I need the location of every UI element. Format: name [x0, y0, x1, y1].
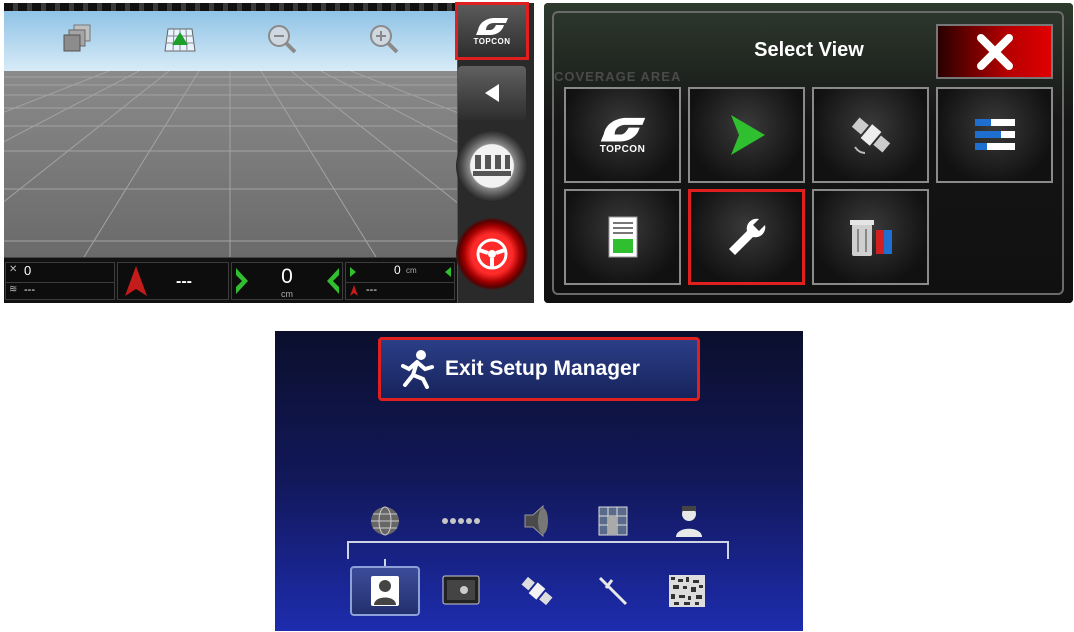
close-icon [976, 33, 1013, 70]
tile-guidance[interactable] [688, 87, 805, 183]
collapse-arrow-icon [485, 84, 499, 102]
small-heading-icon [350, 285, 358, 296]
user-icon [371, 576, 399, 606]
field-view-icon[interactable] [160, 19, 200, 59]
exit-setup-manager-button[interactable]: Exit Setup Manager [378, 337, 700, 401]
xte-left-icon [445, 267, 451, 277]
operator-icon[interactable] [669, 501, 709, 541]
satellite-icon[interactable] [517, 571, 557, 611]
status-bar: ✕ 0 ≋ --- --- 0 cm 0 cm --- [4, 257, 457, 303]
xte-right-icon [350, 267, 356, 277]
xte-cell: 0 cm --- [345, 262, 455, 300]
steer-left-icon [327, 268, 339, 294]
select-view-screen: COVERAGE AREA Select View TOPCON [544, 3, 1073, 303]
exit-setup-manager-label: Exit Setup Manager [445, 357, 640, 380]
tile-data[interactable] [564, 189, 681, 285]
heading-arrow-icon [125, 266, 147, 296]
menu-bracket [347, 541, 729, 559]
offset-unit: cm [281, 289, 293, 299]
wrench-icon [728, 218, 765, 255]
dots-icon[interactable] [441, 501, 481, 541]
implement-icon[interactable] [593, 571, 633, 611]
autosteer-wheel-icon [476, 238, 508, 270]
green-arrow-icon [730, 115, 765, 155]
xte-secondary: --- [366, 284, 377, 296]
document-icon [608, 216, 637, 258]
close-button[interactable] [936, 24, 1053, 79]
setup-manager-screen: Exit Setup Manager [275, 331, 803, 631]
bars-icon [974, 119, 1015, 150]
tile-topcon[interactable]: TOPCON [564, 87, 681, 183]
console-icon[interactable] [441, 571, 481, 611]
autosteer-button[interactable] [456, 218, 528, 290]
tile-topcon-label: TOPCON [599, 144, 646, 155]
dialog-title: Select View [754, 39, 864, 61]
3d-view-icon[interactable] [58, 19, 98, 59]
implement-sections-button[interactable] [456, 130, 528, 202]
tile-setup[interactable] [688, 189, 805, 285]
heading-value: --- [176, 273, 192, 290]
satellite-count: 0 [24, 263, 32, 278]
xte-unit: cm [406, 266, 417, 275]
tile-storage[interactable] [812, 189, 929, 285]
running-man-icon [401, 350, 434, 389]
heading-cell: --- [117, 262, 229, 300]
signal-icon: ≋ [9, 284, 18, 295]
globe-icon[interactable] [365, 501, 405, 541]
implement-sections-icon [473, 155, 511, 176]
satellite-icon: ✕ [9, 264, 18, 275]
topcon-label: TOPCON [473, 37, 511, 46]
topcon-button[interactable]: TOPCON [455, 2, 529, 60]
trash-usb-icon [849, 220, 892, 256]
film-strip [4, 3, 457, 11]
offset-cell: 0 cm [231, 262, 343, 300]
steer-right-icon [236, 268, 248, 294]
tile-mini-view[interactable] [936, 87, 1053, 183]
offset-value: 0 [281, 265, 293, 288]
user-tab-selected[interactable] [350, 566, 420, 616]
topcon-logo-icon [600, 117, 645, 142]
signal-value: --- [24, 284, 35, 296]
tile-gnss[interactable] [812, 87, 929, 183]
grid-icon[interactable] [593, 501, 633, 541]
zoom-in-icon[interactable] [364, 19, 404, 59]
collapse-arrow-button[interactable] [458, 66, 526, 120]
speaker-icon[interactable] [517, 501, 557, 541]
satellite-icon [851, 117, 890, 154]
xte-value: 0 [394, 263, 401, 277]
field-ground [4, 71, 457, 257]
zoom-out-icon[interactable] [262, 19, 302, 59]
topcon-logo-icon [476, 18, 508, 35]
satellite-status: ✕ 0 ≋ --- [5, 262, 115, 300]
texture-icon[interactable] [667, 571, 707, 611]
